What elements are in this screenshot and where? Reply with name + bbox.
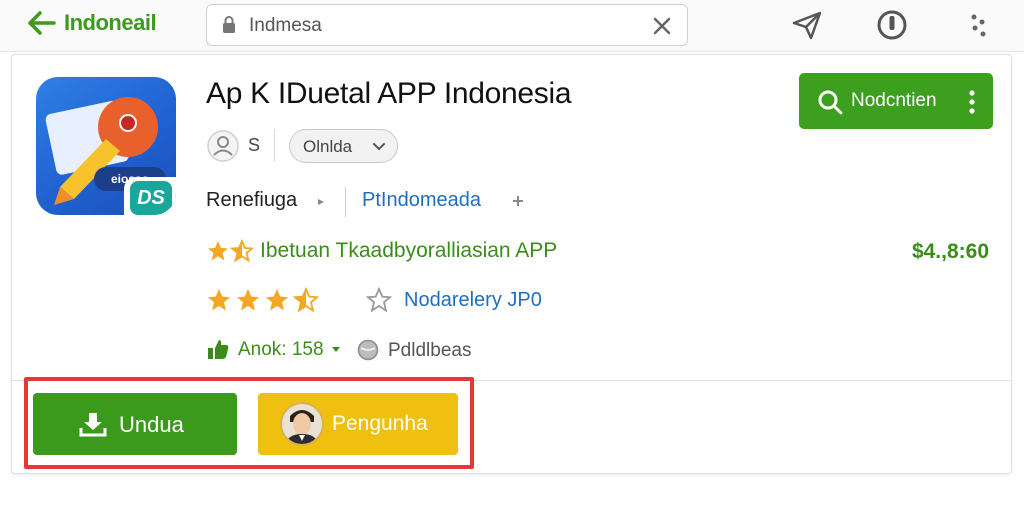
user-button-label: Pengunha (332, 412, 428, 435)
app-icon-badge-text: DS (130, 181, 172, 215)
rating-label[interactable]: Nodarelery JP0 (404, 289, 542, 312)
app-icon: eiosso DS (36, 77, 176, 215)
more-options-icon[interactable] (962, 8, 996, 42)
category-chip[interactable]: Olnlda (289, 129, 398, 163)
lock-icon (223, 16, 235, 33)
app-detail-card: eiosso DS Ap K IDuetal APP Indonesia Nod… (11, 54, 1012, 474)
avatar-portrait (286, 410, 318, 444)
publisher-link[interactable]: PtIndomeada (362, 189, 481, 212)
power-icon[interactable] (875, 8, 909, 42)
caret-icon (318, 199, 324, 205)
favorite-star-icon[interactable] (366, 287, 392, 313)
download-button-label: Undua (119, 412, 184, 437)
app-title: Ap K IDuetal APP Indonesia (206, 77, 572, 110)
search-input[interactable]: Indmesa (249, 15, 322, 37)
app-icon-badge: DS (124, 177, 176, 215)
clear-search-icon[interactable] (651, 15, 673, 37)
thumbs-up-icon (208, 340, 229, 359)
plus-icon (513, 196, 523, 206)
rating-stars (208, 287, 320, 313)
install-button[interactable]: Nodcntien (799, 73, 993, 129)
send-icon[interactable] (790, 8, 824, 42)
developer-icon (207, 130, 239, 162)
user-button[interactable]: Pengunha (258, 393, 458, 455)
chevron-down-icon[interactable] (331, 346, 341, 354)
publisher-name: Pdldlbeas (388, 340, 472, 361)
category-chip-label: Olnlda (303, 137, 353, 156)
rating-stars-small (208, 239, 255, 263)
top-bar: Indoneail Indmesa (0, 0, 1024, 52)
app-category-link[interactable]: Renefiuga (206, 189, 297, 212)
chevron-down-icon (373, 143, 385, 151)
install-button-label: Nodcntien (851, 90, 937, 111)
downloads-count: Anok: 158 (238, 339, 324, 360)
download-icon (79, 413, 107, 437)
search-bar[interactable]: Indmesa (206, 4, 688, 46)
back-arrow-icon[interactable] (26, 10, 56, 36)
kebab-menu-icon[interactable] (969, 89, 975, 115)
app-tagline: Ibetuan Tkaadbyoralliasian APP (260, 239, 558, 262)
app-price: $4.,8:60 (911, 240, 989, 263)
globe-icon (357, 339, 379, 361)
avatar (280, 402, 324, 446)
divider (345, 187, 346, 217)
search-icon (818, 90, 843, 115)
download-button[interactable]: Undua (33, 393, 237, 455)
developer-label: S (248, 135, 261, 155)
brand-title[interactable]: Indoneail (64, 10, 157, 36)
divider (274, 129, 275, 161)
